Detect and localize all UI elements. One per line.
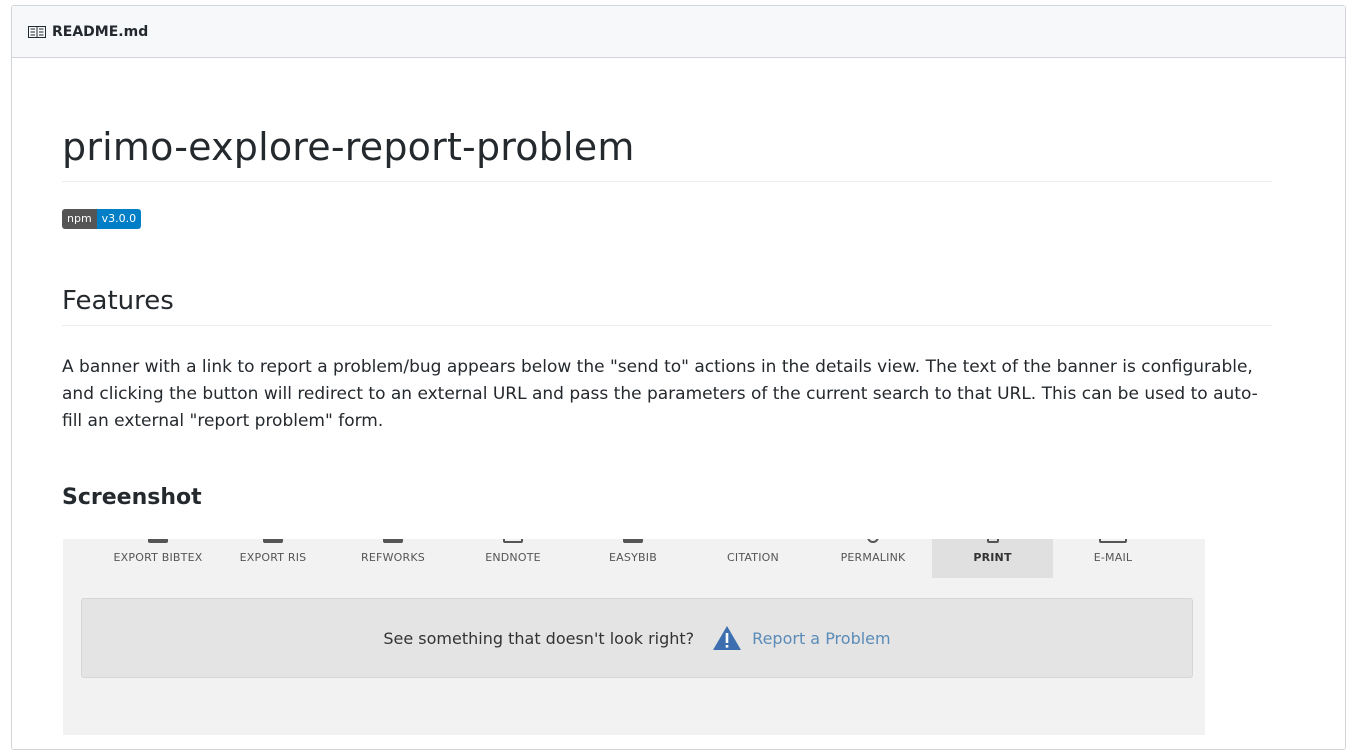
- action-email: E-MAIL: [1063, 539, 1163, 578]
- action-label: EXPORT BIBTEX: [113, 551, 203, 564]
- action-permalink: PERMALINK: [823, 539, 923, 578]
- action-label: EXPORT RIS: [239, 551, 307, 564]
- action-export-bibtex: EXPORT BIBTEX: [103, 539, 213, 578]
- features-paragraph: A banner with a link to report a problem…: [62, 357, 1258, 431]
- report-problem-banner: See something that doesn't look right? R…: [81, 598, 1193, 678]
- features-heading: Features: [62, 283, 1272, 326]
- refworks-icon: [383, 539, 403, 543]
- action-citation: CITATION: [703, 539, 803, 578]
- action-refworks: REFWORKS: [343, 539, 443, 578]
- action-label: EASYBIB: [609, 551, 657, 564]
- page-title: primo-explore-report-problem: [62, 123, 1272, 182]
- action-label: ENDNOTE: [485, 551, 541, 564]
- action-endnote: ENDNOTE: [463, 539, 563, 578]
- screenshot-heading: Screenshot: [62, 485, 202, 510]
- action-label: CITATION: [727, 551, 779, 564]
- screenshot-image: EXPORT BIBTEX EXPORT RIS REFWORKS ENDNOT…: [63, 539, 1205, 735]
- permalink-icon: [867, 539, 879, 543]
- action-export-ris: EXPORT RIS: [223, 539, 323, 578]
- export-bibtex-icon: [148, 539, 168, 543]
- badge-label: npm: [62, 209, 97, 229]
- action-print: PRINT: [932, 539, 1053, 578]
- easybib-icon: [623, 539, 643, 543]
- warning-icon: [713, 626, 742, 650]
- readme-filename[interactable]: README.md: [52, 24, 148, 40]
- action-label: E-MAIL: [1093, 551, 1133, 564]
- report-problem-link: Report a Problem: [752, 628, 891, 648]
- book-icon: [28, 25, 46, 38]
- readme-header: README.md: [12, 6, 1345, 58]
- banner-text: See something that doesn't look right?: [383, 628, 695, 648]
- npm-version-badge[interactable]: npm v3.0.0: [62, 209, 142, 229]
- send-to-actions: EXPORT BIBTEX EXPORT RIS REFWORKS ENDNOT…: [63, 539, 1205, 582]
- export-ris-icon: [263, 539, 283, 543]
- print-icon: [986, 539, 999, 543]
- endnote-icon: [503, 539, 523, 543]
- email-icon: [1099, 539, 1127, 543]
- action-label: PERMALINK: [840, 551, 906, 564]
- action-label: PRINT: [973, 551, 1012, 564]
- action-easybib: EASYBIB: [583, 539, 683, 578]
- action-label: REFWORKS: [361, 551, 425, 564]
- badge-value: v3.0.0: [96, 209, 142, 229]
